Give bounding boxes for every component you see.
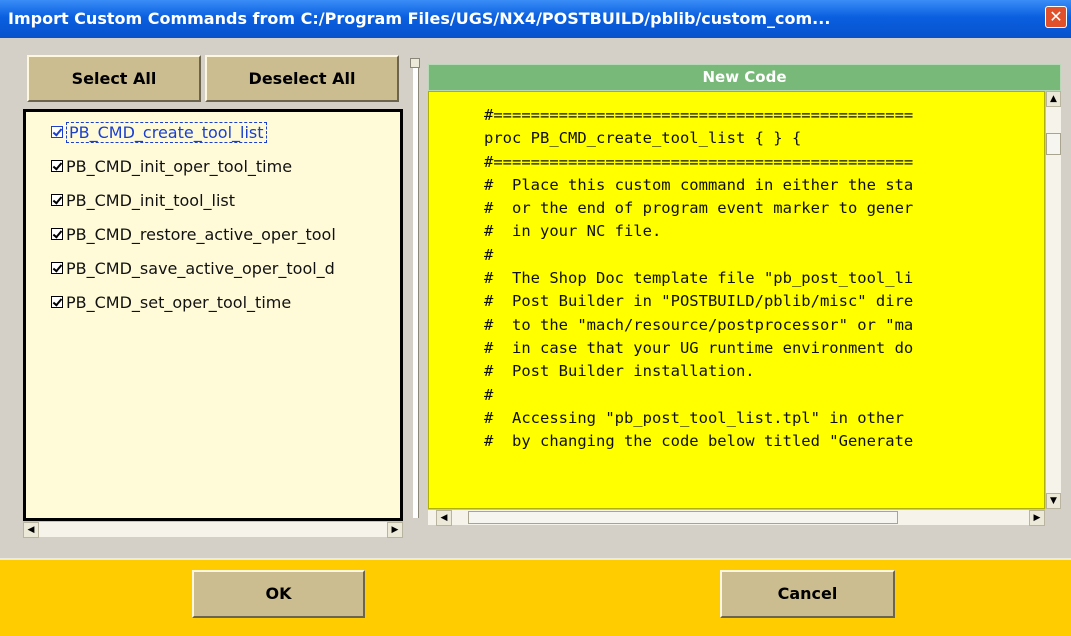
code-line: # in your NC file. xyxy=(484,222,662,241)
ok-button[interactable]: OK xyxy=(192,570,365,618)
code-line: # in case that your UG runtime environme… xyxy=(484,338,914,357)
code-line: # Place this custom command in either th… xyxy=(484,175,914,194)
select-all-button[interactable]: Select All xyxy=(27,55,201,102)
code-line: # or the end of program event marker to … xyxy=(484,199,914,218)
code-line: # Post Builder installation. xyxy=(484,362,755,381)
list-item[interactable]: PB_CMD_init_oper_tool_time xyxy=(51,150,400,184)
code-line: # Post Builder in "POSTBUILD/pblib/misc"… xyxy=(484,292,914,311)
scroll-up-icon[interactable]: ▲ xyxy=(1046,91,1061,107)
code-horizontal-scrollbar[interactable]: ◀ ▶ xyxy=(428,509,1045,526)
code-text: #=======================================… xyxy=(429,92,1044,453)
splitter-handle[interactable] xyxy=(410,58,420,68)
list-horizontal-scrollbar[interactable]: ◀ ▶ xyxy=(23,521,403,538)
close-icon[interactable]: ✕ xyxy=(1045,6,1067,28)
checkbox[interactable] xyxy=(51,125,63,138)
code-viewer[interactable]: #=======================================… xyxy=(428,91,1045,509)
list-item[interactable]: PB_CMD_init_tool_list xyxy=(51,184,400,218)
command-label: PB_CMD_set_oper_tool_time xyxy=(66,293,292,312)
code-panel-header: New Code xyxy=(428,64,1061,91)
code-line: # to the "mach/resource/postprocessor" o… xyxy=(484,315,914,334)
dialog-footer: OK Cancel xyxy=(0,558,1071,636)
code-line: proc PB_CMD_create_tool_list { } { xyxy=(484,129,802,148)
list-item[interactable]: PB_CMD_save_active_oper_tool_d xyxy=(51,252,400,286)
checkbox[interactable] xyxy=(51,159,63,172)
scroll-left-icon[interactable]: ◀ xyxy=(436,510,452,526)
window-title: Import Custom Commands from C:/Program F… xyxy=(8,9,831,28)
deselect-all-button[interactable]: Deselect All xyxy=(205,55,399,102)
command-label: PB_CMD_init_tool_list xyxy=(66,191,236,210)
command-list-panel: PB_CMD_create_tool_list PB_CMD_init_oper_… xyxy=(23,109,403,521)
command-label: PB_CMD_restore_active_oper_tool xyxy=(66,225,336,244)
code-line: # xyxy=(484,245,494,264)
scroll-right-icon[interactable]: ▶ xyxy=(387,522,403,538)
scrollbar-thumb[interactable] xyxy=(468,511,898,524)
list-item[interactable]: PB_CMD_restore_active_oper_tool xyxy=(51,218,400,252)
checkbox[interactable] xyxy=(51,227,63,240)
scroll-left-icon[interactable]: ◀ xyxy=(23,522,39,538)
code-line: # Accessing "pb_post_tool_list.tpl" in o… xyxy=(484,408,904,427)
command-label: PB_CMD_create_tool_list xyxy=(66,122,267,143)
checkbox[interactable] xyxy=(51,193,63,206)
scrollbar-thumb[interactable] xyxy=(1046,133,1061,155)
scroll-right-icon[interactable]: ▶ xyxy=(1029,510,1045,526)
scroll-down-icon[interactable]: ▼ xyxy=(1046,493,1061,509)
title-bar[interactable]: Import Custom Commands from C:/Program F… xyxy=(0,0,1071,38)
checkbox[interactable] xyxy=(51,261,63,274)
code-vertical-scrollbar[interactable]: ▲ ▼ xyxy=(1045,91,1061,509)
command-list: PB_CMD_create_tool_list PB_CMD_init_oper_… xyxy=(26,112,400,320)
list-item[interactable]: PB_CMD_create_tool_list xyxy=(51,116,400,150)
command-label: PB_CMD_save_active_oper_tool_d xyxy=(66,259,335,278)
code-line: # The Shop Doc template file "pb_post_to… xyxy=(484,269,914,288)
import-custom-commands-dialog: Import Custom Commands from C:/Program F… xyxy=(0,0,1071,636)
code-line: #=======================================… xyxy=(484,106,914,124)
code-line: #=======================================… xyxy=(484,152,914,171)
pane-splitter[interactable] xyxy=(413,58,419,518)
code-line: # by changing the code below titled "Gen… xyxy=(484,432,914,451)
cancel-button[interactable]: Cancel xyxy=(720,570,895,618)
command-label: PB_CMD_init_oper_tool_time xyxy=(66,157,293,176)
list-item[interactable]: PB_CMD_set_oper_tool_time xyxy=(51,286,400,320)
code-line: # xyxy=(484,385,494,404)
checkbox[interactable] xyxy=(51,295,63,308)
